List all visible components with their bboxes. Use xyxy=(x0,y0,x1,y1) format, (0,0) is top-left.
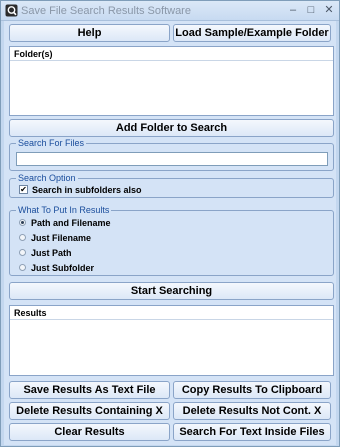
radio-just-path[interactable] xyxy=(19,249,26,256)
radio-path-and-filename[interactable] xyxy=(19,219,26,226)
client-area: Help Load Sample/Example Folder Folder(s… xyxy=(4,21,336,445)
search-for-files-group: Search For Files xyxy=(9,138,334,171)
results-header: Results xyxy=(10,306,333,320)
load-sample-folder-button[interactable]: Load Sample/Example Folder xyxy=(173,24,331,42)
clear-results-button[interactable]: Clear Results xyxy=(9,423,170,441)
app-icon xyxy=(5,4,18,17)
save-results-button[interactable]: Save Results As Text File xyxy=(9,381,170,399)
option-path-and-filename-label: Path and Filename xyxy=(31,218,111,228)
delete-containing-button[interactable]: Delete Results Containing X xyxy=(9,402,170,420)
copy-results-button[interactable]: Copy Results To Clipboard xyxy=(173,381,331,399)
folders-header: Folder(s) xyxy=(10,47,333,61)
radio-just-subfolder[interactable] xyxy=(19,264,26,271)
option-just-path-label: Just Path xyxy=(31,248,72,258)
search-for-files-input[interactable] xyxy=(16,152,328,166)
start-searching-button[interactable]: Start Searching xyxy=(9,282,334,300)
close-icon[interactable]: ✕ xyxy=(321,3,337,17)
folders-list[interactable]: Folder(s) xyxy=(9,46,334,116)
search-for-files-title: Search For Files xyxy=(16,138,87,149)
subfolders-checkbox[interactable]: ✔ xyxy=(19,185,28,194)
results-content-title: What To Put In Results xyxy=(16,205,112,216)
window-title: Save File Search Results Software xyxy=(21,5,191,17)
app-window: Save File Search Results Software – □ ✕ … xyxy=(0,0,340,447)
add-folder-button[interactable]: Add Folder to Search xyxy=(9,119,334,137)
subfolders-label: Search in subfolders also xyxy=(32,185,142,195)
title-bar[interactable]: Save File Search Results Software – □ ✕ xyxy=(1,1,339,21)
delete-not-containing-button[interactable]: Delete Results Not Cont. X xyxy=(173,402,331,420)
search-inside-files-button[interactable]: Search For Text Inside Files xyxy=(173,423,331,441)
search-option-group: Search Option ✔ Search in subfolders als… xyxy=(9,173,334,198)
help-button[interactable]: Help xyxy=(9,24,170,42)
maximize-icon[interactable]: □ xyxy=(303,3,319,17)
results-list[interactable]: Results xyxy=(9,305,334,376)
option-just-subfolder-label: Just Subfolder xyxy=(31,263,95,273)
search-option-title: Search Option xyxy=(16,173,78,184)
minimize-icon[interactable]: – xyxy=(285,3,301,17)
radio-just-filename[interactable] xyxy=(19,234,26,241)
results-content-group: What To Put In Results Path and Filename… xyxy=(9,205,334,276)
option-just-filename-label: Just Filename xyxy=(31,233,92,243)
